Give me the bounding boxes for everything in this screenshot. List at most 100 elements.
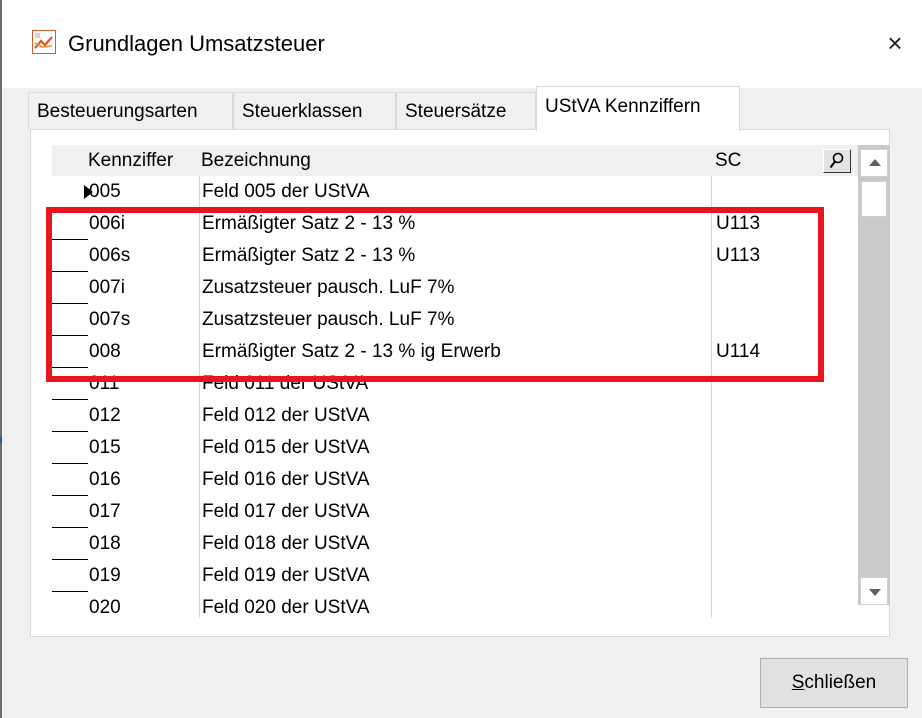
table-row[interactable]: 006s Ermäßigter Satz 2 - 13 % U113 [52,240,858,272]
cell-kennziffer[interactable]: 011 [88,368,200,400]
cell-sc[interactable] [711,432,821,464]
cell-kennziffer[interactable]: 015 [88,432,200,464]
table-row[interactable]: 018 Feld 018 der UStVA [52,528,858,560]
table-row[interactable]: 006i Ermäßigter Satz 2 - 13 % U113 [52,208,858,240]
table-row[interactable]: 020 Feld 020 der UStVA [52,592,858,618]
tab-ustva-kennziffern[interactable]: UStVA Kennziffern [536,86,740,131]
table-row[interactable]: 017 Feld 017 der UStVA [52,496,858,528]
scrollbar-thumb[interactable] [861,181,887,217]
search-icon [829,152,844,169]
table-row[interactable]: 005 Feld 005 der UStVA [52,176,858,208]
cell-kennziffer[interactable]: 018 [88,528,200,560]
cell-bezeichnung[interactable]: Feld 011 der UStVA [199,368,711,400]
cell-kennziffer[interactable]: 006s [88,240,200,272]
cell-filler [821,464,858,496]
scroll-up-button[interactable] [860,149,888,177]
row-indicator[interactable] [52,208,88,240]
title-bar: Grundlagen Umsatzsteuer × [2,0,922,88]
column-header-kennziffer[interactable]: Kennziffer [88,145,173,176]
cell-sc[interactable] [711,272,821,304]
cell-bezeichnung[interactable]: Ermäßigter Satz 2 - 13 % [199,240,711,272]
close-window-button[interactable]: × [878,26,912,60]
cell-kennziffer[interactable]: 012 [88,400,200,432]
cell-bezeichnung[interactable]: Feld 016 der UStVA [199,464,711,496]
cell-kennziffer[interactable]: 019 [88,560,200,592]
row-indicator[interactable] [52,368,88,400]
cell-kennziffer[interactable]: 020 [88,592,200,618]
cell-filler [821,400,858,432]
cell-filler [821,496,858,528]
cell-kennziffer[interactable]: 007s [88,304,200,336]
table-row[interactable]: 016 Feld 016 der UStVA [52,464,858,496]
grid-rows: 005 Feld 005 der UStVA 006i Ermäßigter Satz… [52,176,858,618]
cell-bezeichnung[interactable]: Feld 005 der UStVA [199,176,711,208]
row-indicator[interactable] [52,496,88,528]
cell-sc[interactable] [711,176,821,208]
window-title: Grundlagen Umsatzsteuer [68,31,325,56]
cell-sc[interactable] [711,304,821,336]
cell-bezeichnung[interactable]: Feld 019 der UStVA [199,560,711,592]
cell-sc[interactable] [711,560,821,592]
cell-sc[interactable] [711,528,821,560]
scroll-down-button[interactable] [860,577,888,605]
cell-bezeichnung[interactable]: Feld 018 der UStVA [199,528,711,560]
row-indicator[interactable] [52,528,88,560]
row-indicator[interactable] [52,272,88,304]
cell-bezeichnung[interactable]: Feld 020 der UStVA [199,592,711,618]
cell-sc[interactable] [711,400,821,432]
row-indicator[interactable] [52,432,88,464]
cell-kennziffer[interactable]: 007i [88,272,200,304]
cell-kennziffer[interactable]: 005 [88,176,200,208]
cell-filler [821,240,858,272]
cell-sc[interactable]: U114 [711,336,821,368]
cell-sc[interactable] [711,592,821,618]
cell-kennziffer[interactable]: 008 [88,336,200,368]
cell-filler [821,208,858,240]
tab-besteuerungsarten[interactable]: Besteuerungsarten [28,92,233,129]
table-row[interactable]: 012 Feld 012 der UStVA [52,400,858,432]
cell-bezeichnung[interactable]: Zusatzsteuer pausch. LuF 7% [199,304,711,336]
column-header-sc[interactable]: SC [715,145,741,176]
cell-sc[interactable]: U113 [711,208,821,240]
cell-bezeichnung[interactable]: Feld 015 der UStVA [199,432,711,464]
close-button-mnemonic: S [791,672,805,693]
cell-kennziffer[interactable]: 006i [88,208,200,240]
row-indicator[interactable] [52,560,88,592]
schliessen-button[interactable]: Schließen [760,658,908,708]
row-indicator[interactable] [52,400,88,432]
cell-sc[interactable] [711,464,821,496]
table-row[interactable]: 007i Zusatzsteuer pausch. LuF 7% [52,272,858,304]
row-indicator[interactable] [52,176,93,208]
row-indicator[interactable] [52,336,88,368]
kennziffern-grid[interactable]: Kennziffer Bezeichnung SC 005 Feld 005 de… [52,145,890,618]
cell-filler [821,304,858,336]
cell-kennziffer[interactable]: 017 [88,496,200,528]
cell-sc[interactable] [711,368,821,400]
cell-filler [821,336,858,368]
cell-filler [821,560,858,592]
cell-kennziffer[interactable]: 016 [88,464,200,496]
row-indicator[interactable] [52,240,88,272]
cell-bezeichnung[interactable]: Ermäßigter Satz 2 - 13 % ig Erwerb [199,336,711,368]
column-header-bezeichnung[interactable]: Bezeichnung [201,145,311,176]
app-chart-icon [32,30,56,54]
row-indicator[interactable] [52,464,88,496]
cell-bezeichnung[interactable]: Feld 017 der UStVA [199,496,711,528]
row-indicator[interactable] [52,304,88,336]
cell-bezeichnung[interactable]: Ermäßigter Satz 2 - 13 % [199,208,711,240]
vertical-scrollbar[interactable] [858,145,890,605]
row-indicator[interactable] [52,592,88,618]
table-row[interactable]: 015 Feld 015 der UStVA [52,432,858,464]
cell-sc[interactable] [711,496,821,528]
table-row[interactable]: 011 Feld 011 der UStVA [52,368,858,400]
cell-bezeichnung[interactable]: Feld 012 der UStVA [199,400,711,432]
cell-bezeichnung[interactable]: Zusatzsteuer pausch. LuF 7% [199,272,711,304]
table-row[interactable]: 019 Feld 019 der UStVA [52,560,858,592]
cell-sc[interactable]: U113 [711,240,821,272]
grid-search-button[interactable] [823,149,851,173]
close-button-label: chließen [804,672,877,693]
tab-steuersaetze[interactable]: Steuersätze [396,92,536,129]
table-row[interactable]: 008 Ermäßigter Satz 2 - 13 % ig Erwerb U11… [52,336,858,368]
tab-steuerklassen[interactable]: Steuerklassen [233,92,396,129]
table-row[interactable]: 007s Zusatzsteuer pausch. LuF 7% [52,304,858,336]
